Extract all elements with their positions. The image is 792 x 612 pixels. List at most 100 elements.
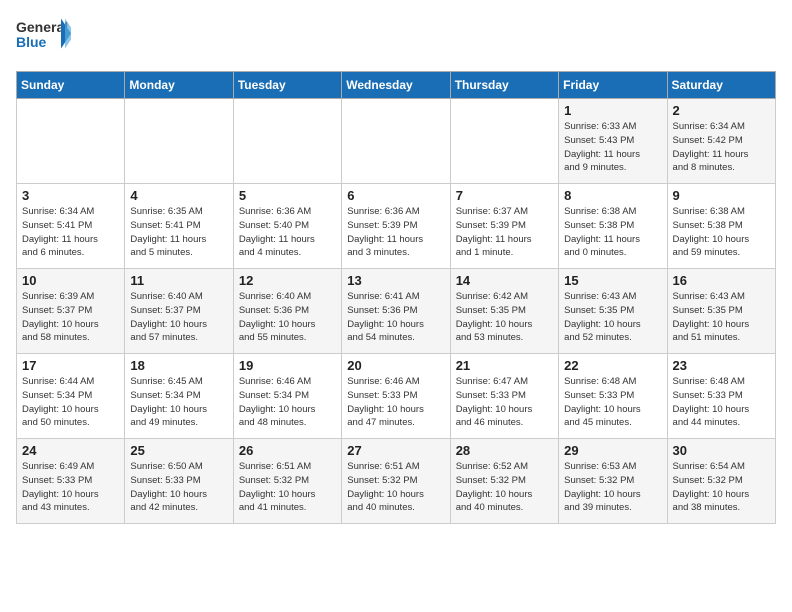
weekday-header: Thursday [450, 72, 558, 99]
cell-info: Sunrise: 6:35 AMSunset: 5:41 PMDaylight:… [130, 205, 227, 260]
cell-info: Sunrise: 6:38 AMSunset: 5:38 PMDaylight:… [564, 205, 661, 260]
calendar-cell [125, 99, 233, 184]
calendar-cell: 8 Sunrise: 6:38 AMSunset: 5:38 PMDaylight… [559, 184, 667, 269]
calendar-cell: 14 Sunrise: 6:42 AMSunset: 5:35 PMDayligh… [450, 269, 558, 354]
calendar-cell: 26 Sunrise: 6:51 AMSunset: 5:32 PMDayligh… [233, 439, 341, 524]
calendar-cell: 11Sunrise: 6:40 AMSunset: 5:37 PMDayligh… [125, 269, 233, 354]
calendar-week-row: 1 Sunrise: 6:33 AMSunset: 5:43 PMDaylight… [17, 99, 776, 184]
cell-info: Sunrise: 6:53 AMSunset: 5:32 PMDaylight:… [564, 460, 661, 515]
calendar-cell: 23 Sunrise: 6:48 AMSunset: 5:33 PMDayligh… [667, 354, 775, 439]
logo-svg: General Blue [16, 16, 71, 61]
weekday-header: Monday [125, 72, 233, 99]
cell-info: Sunrise: 6:40 AMSunset: 5:37 PMDaylight:… [130, 290, 227, 345]
day-number: 20 [347, 358, 444, 373]
cell-info: Sunrise: 6:40 AMSunset: 5:36 PMDaylight:… [239, 290, 336, 345]
day-number: 14 [456, 273, 553, 288]
day-number: 30 [673, 443, 770, 458]
day-number: 23 [673, 358, 770, 373]
cell-info: Sunrise: 6:43 AMSunset: 5:35 PMDaylight:… [564, 290, 661, 345]
cell-info: Sunrise: 6:50 AMSunset: 5:33 PMDaylight:… [130, 460, 227, 515]
calendar-cell: 24 Sunrise: 6:49 AMSunset: 5:33 PMDayligh… [17, 439, 125, 524]
day-number: 15 [564, 273, 661, 288]
day-number: 24 [22, 443, 119, 458]
day-number: 6 [347, 188, 444, 203]
calendar-cell: 25 Sunrise: 6:50 AMSunset: 5:33 PMDayligh… [125, 439, 233, 524]
calendar-cell [17, 99, 125, 184]
cell-info: Sunrise: 6:51 AMSunset: 5:32 PMDaylight:… [239, 460, 336, 515]
day-number: 21 [456, 358, 553, 373]
calendar-cell [342, 99, 450, 184]
calendar-cell: 10 Sunrise: 6:39 AMSunset: 5:37 PMDayligh… [17, 269, 125, 354]
cell-info: Sunrise: 6:47 AMSunset: 5:33 PMDaylight:… [456, 375, 553, 430]
calendar-cell: 15 Sunrise: 6:43 AMSunset: 5:35 PMDayligh… [559, 269, 667, 354]
day-number: 22 [564, 358, 661, 373]
day-number: 1 [564, 103, 661, 118]
calendar-cell: 17 Sunrise: 6:44 AMSunset: 5:34 PMDayligh… [17, 354, 125, 439]
cell-info: Sunrise: 6:38 AMSunset: 5:38 PMDaylight:… [673, 205, 770, 260]
cell-info: Sunrise: 6:41 AMSunset: 5:36 PMDaylight:… [347, 290, 444, 345]
calendar-cell: 19 Sunrise: 6:46 AMSunset: 5:34 PMDayligh… [233, 354, 341, 439]
weekday-header: Friday [559, 72, 667, 99]
cell-info: Sunrise: 6:37 AMSunset: 5:39 PMDaylight:… [456, 205, 553, 260]
calendar-cell [450, 99, 558, 184]
cell-info: Sunrise: 6:46 AMSunset: 5:34 PMDaylight:… [239, 375, 336, 430]
cell-info: Sunrise: 6:54 AMSunset: 5:32 PMDaylight:… [673, 460, 770, 515]
day-number: 27 [347, 443, 444, 458]
cell-info: Sunrise: 6:34 AMSunset: 5:41 PMDaylight:… [22, 205, 119, 260]
day-number: 12 [239, 273, 336, 288]
calendar-table: SundayMondayTuesdayWednesdayThursdayFrid… [16, 71, 776, 524]
calendar-cell: 9Sunrise: 6:38 AMSunset: 5:38 PMDaylight… [667, 184, 775, 269]
cell-info: Sunrise: 6:39 AMSunset: 5:37 PMDaylight:… [22, 290, 119, 345]
day-number: 7 [456, 188, 553, 203]
calendar-week-row: 24 Sunrise: 6:49 AMSunset: 5:33 PMDayligh… [17, 439, 776, 524]
calendar-cell [233, 99, 341, 184]
svg-text:General: General [16, 19, 68, 35]
day-number: 19 [239, 358, 336, 373]
calendar-cell: 30 Sunrise: 6:54 AMSunset: 5:32 PMDayligh… [667, 439, 775, 524]
calendar-cell: 12 Sunrise: 6:40 AMSunset: 5:36 PMDayligh… [233, 269, 341, 354]
day-number: 28 [456, 443, 553, 458]
cell-info: Sunrise: 6:44 AMSunset: 5:34 PMDaylight:… [22, 375, 119, 430]
calendar-cell: 29 Sunrise: 6:53 AMSunset: 5:32 PMDayligh… [559, 439, 667, 524]
day-number: 17 [22, 358, 119, 373]
weekday-header: Saturday [667, 72, 775, 99]
calendar-cell: 1 Sunrise: 6:33 AMSunset: 5:43 PMDaylight… [559, 99, 667, 184]
cell-info: Sunrise: 6:36 AMSunset: 5:39 PMDaylight:… [347, 205, 444, 260]
logo: General Blue [16, 16, 71, 61]
cell-info: Sunrise: 6:36 AMSunset: 5:40 PMDaylight:… [239, 205, 336, 260]
day-number: 10 [22, 273, 119, 288]
cell-info: Sunrise: 6:46 AMSunset: 5:33 PMDaylight:… [347, 375, 444, 430]
cell-info: Sunrise: 6:49 AMSunset: 5:33 PMDaylight:… [22, 460, 119, 515]
cell-info: Sunrise: 6:51 AMSunset: 5:32 PMDaylight:… [347, 460, 444, 515]
calendar-cell: 21 Sunrise: 6:47 AMSunset: 5:33 PMDayligh… [450, 354, 558, 439]
day-number: 8 [564, 188, 661, 203]
calendar-cell: 6 Sunrise: 6:36 AMSunset: 5:39 PMDaylight… [342, 184, 450, 269]
calendar-week-row: 17 Sunrise: 6:44 AMSunset: 5:34 PMDayligh… [17, 354, 776, 439]
day-number: 25 [130, 443, 227, 458]
weekday-header: Sunday [17, 72, 125, 99]
weekday-header-row: SundayMondayTuesdayWednesdayThursdayFrid… [17, 72, 776, 99]
calendar-cell: 7 Sunrise: 6:37 AMSunset: 5:39 PMDaylight… [450, 184, 558, 269]
day-number: 3 [22, 188, 119, 203]
day-number: 26 [239, 443, 336, 458]
cell-info: Sunrise: 6:45 AMSunset: 5:34 PMDaylight:… [130, 375, 227, 430]
calendar-cell: 2Sunrise: 6:34 AMSunset: 5:42 PMDaylight… [667, 99, 775, 184]
svg-text:Blue: Blue [16, 34, 47, 50]
day-number: 29 [564, 443, 661, 458]
day-number: 5 [239, 188, 336, 203]
calendar-cell: 22Sunrise: 6:48 AMSunset: 5:33 PMDayligh… [559, 354, 667, 439]
cell-info: Sunrise: 6:33 AMSunset: 5:43 PMDaylight:… [564, 120, 661, 175]
calendar-cell: 18Sunrise: 6:45 AMSunset: 5:34 PMDayligh… [125, 354, 233, 439]
calendar-cell: 16Sunrise: 6:43 AMSunset: 5:35 PMDayligh… [667, 269, 775, 354]
page-header: General Blue [16, 16, 776, 61]
calendar-cell: 27 Sunrise: 6:51 AMSunset: 5:32 PMDayligh… [342, 439, 450, 524]
calendar-cell: 5 Sunrise: 6:36 AMSunset: 5:40 PMDaylight… [233, 184, 341, 269]
calendar-week-row: 10 Sunrise: 6:39 AMSunset: 5:37 PMDayligh… [17, 269, 776, 354]
weekday-header: Wednesday [342, 72, 450, 99]
calendar-cell: 4 Sunrise: 6:35 AMSunset: 5:41 PMDaylight… [125, 184, 233, 269]
weekday-header: Tuesday [233, 72, 341, 99]
cell-info: Sunrise: 6:48 AMSunset: 5:33 PMDaylight:… [673, 375, 770, 430]
cell-info: Sunrise: 6:42 AMSunset: 5:35 PMDaylight:… [456, 290, 553, 345]
day-number: 4 [130, 188, 227, 203]
calendar-cell: 20 Sunrise: 6:46 AMSunset: 5:33 PMDayligh… [342, 354, 450, 439]
